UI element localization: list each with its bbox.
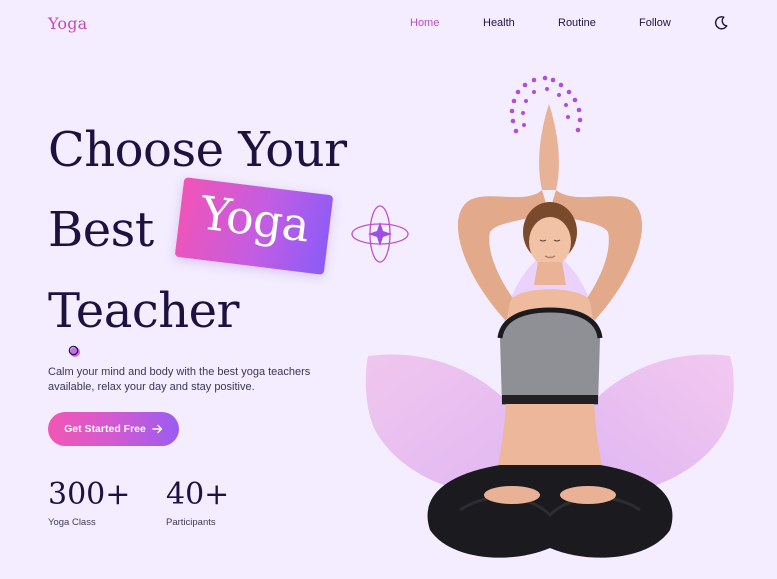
nav-item-health[interactable]: Health — [483, 17, 515, 29]
nav-item-home[interactable]: Home — [410, 17, 439, 29]
hero-title-line-3: Teacher — [48, 283, 239, 339]
nav-item-follow[interactable]: Follow — [639, 17, 671, 29]
moon-icon — [714, 16, 728, 30]
stat-participants: 40+ Participants — [166, 477, 230, 529]
main-nav: Home Health Routine Follow — [0, 17, 777, 33]
nav-item-routine[interactable]: Routine — [558, 17, 596, 29]
stat-value: 40+ — [166, 477, 230, 512]
hero-title-line-2: Best — [48, 202, 154, 258]
site-header: Yoga Home Health Routine Follow — [0, 0, 777, 50]
yoga-woman-figure — [427, 104, 673, 558]
decorative-dot-icon — [68, 345, 80, 357]
arrow-right-icon — [152, 424, 163, 434]
get-started-label: Get Started Free — [64, 423, 146, 435]
theme-toggle-button[interactable] — [713, 15, 729, 31]
hero-illustration — [365, 75, 734, 558]
stat-label: Yoga Class — [48, 517, 96, 528]
hero-title-line-1: Choose Your — [48, 122, 347, 178]
stat-value: 300+ — [48, 477, 131, 512]
hero-subtitle: Calm your mind and body with the best yo… — [48, 366, 311, 393]
stat-label: Participants — [166, 517, 216, 528]
get-started-button[interactable]: Get Started Free — [48, 412, 179, 446]
stat-yoga-class: 300+ Yoga Class — [48, 477, 131, 529]
